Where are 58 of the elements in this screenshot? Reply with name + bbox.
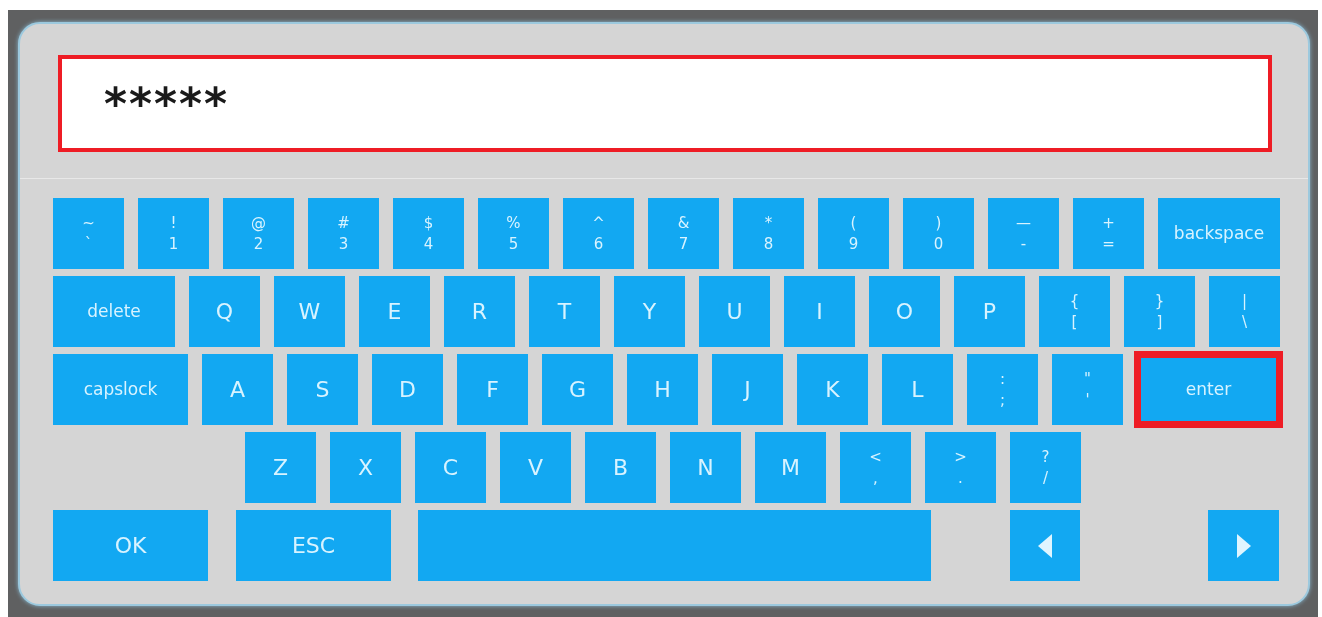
letter-key[interactable]: A xyxy=(202,354,273,425)
left-triangle-icon xyxy=(1036,531,1054,560)
letter-key[interactable]: U xyxy=(699,276,770,347)
ok-button[interactable]: OK xyxy=(53,510,208,581)
letter-key[interactable]: I xyxy=(784,276,855,347)
letter-key[interactable]: O xyxy=(869,276,940,347)
symbol-key[interactable]: ( 9 xyxy=(818,198,889,269)
symbol-key[interactable]: $ 4 xyxy=(393,198,464,269)
symbol-key[interactable]: " ' xyxy=(1052,354,1123,425)
symbol-key[interactable]: ~ ` xyxy=(53,198,124,269)
letter-key[interactable]: T xyxy=(529,276,600,347)
symbol-key[interactable]: ! 1 xyxy=(138,198,209,269)
letter-key[interactable]: J xyxy=(712,354,783,425)
letter-key[interactable]: E xyxy=(359,276,430,347)
symbol-key[interactable]: ) 0 xyxy=(903,198,974,269)
letter-key[interactable]: Y xyxy=(614,276,685,347)
symbol-key[interactable]: @ 2 xyxy=(223,198,294,269)
letter-key[interactable]: B xyxy=(585,432,656,503)
symbol-key[interactable]: { [ xyxy=(1039,276,1110,347)
escape-button[interactable]: ESC xyxy=(236,510,391,581)
symbol-key[interactable]: > . xyxy=(925,432,996,503)
symbol-key[interactable]: & 7 xyxy=(648,198,719,269)
symbol-key[interactable]: + = xyxy=(1073,198,1144,269)
letter-key[interactable]: H xyxy=(627,354,698,425)
letter-key[interactable]: K xyxy=(797,354,868,425)
password-field[interactable]: ***** xyxy=(58,55,1272,152)
letter-key[interactable]: C xyxy=(415,432,486,503)
symbol-key[interactable]: ? / xyxy=(1010,432,1081,503)
backspace-key[interactable]: backspace xyxy=(1158,198,1280,269)
delete-key[interactable]: delete xyxy=(53,276,175,347)
symbol-key[interactable]: * 8 xyxy=(733,198,804,269)
symbol-key[interactable]: } ] xyxy=(1124,276,1195,347)
symbol-key[interactable]: — - xyxy=(988,198,1059,269)
letter-key[interactable]: M xyxy=(755,432,826,503)
enter-key[interactable]: enter xyxy=(1137,354,1280,425)
symbol-key[interactable]: # 3 xyxy=(308,198,379,269)
letter-key[interactable]: L xyxy=(882,354,953,425)
letter-key[interactable]: D xyxy=(372,354,443,425)
symbol-key[interactable]: < , xyxy=(840,432,911,503)
letter-key[interactable]: N xyxy=(670,432,741,503)
right-triangle-icon xyxy=(1234,531,1253,560)
letter-key[interactable]: G xyxy=(542,354,613,425)
letter-key[interactable]: F xyxy=(457,354,528,425)
letter-key[interactable]: W xyxy=(274,276,345,347)
letter-key[interactable]: R xyxy=(444,276,515,347)
capslock-key[interactable]: capslock xyxy=(53,354,188,425)
letter-key[interactable]: X xyxy=(330,432,401,503)
symbol-key[interactable]: : ; xyxy=(967,354,1038,425)
right-arrow-key[interactable] xyxy=(1208,510,1279,581)
symbol-key[interactable]: | \ xyxy=(1209,276,1280,347)
left-arrow-key[interactable] xyxy=(1010,510,1080,581)
letter-key[interactable]: P xyxy=(954,276,1025,347)
letter-key[interactable]: S xyxy=(287,354,358,425)
symbol-key[interactable]: ^ 6 xyxy=(563,198,634,269)
letter-key[interactable]: Q xyxy=(189,276,260,347)
symbol-key[interactable]: % 5 xyxy=(478,198,549,269)
letter-key[interactable]: V xyxy=(500,432,571,503)
letter-key[interactable]: Z xyxy=(245,432,316,503)
